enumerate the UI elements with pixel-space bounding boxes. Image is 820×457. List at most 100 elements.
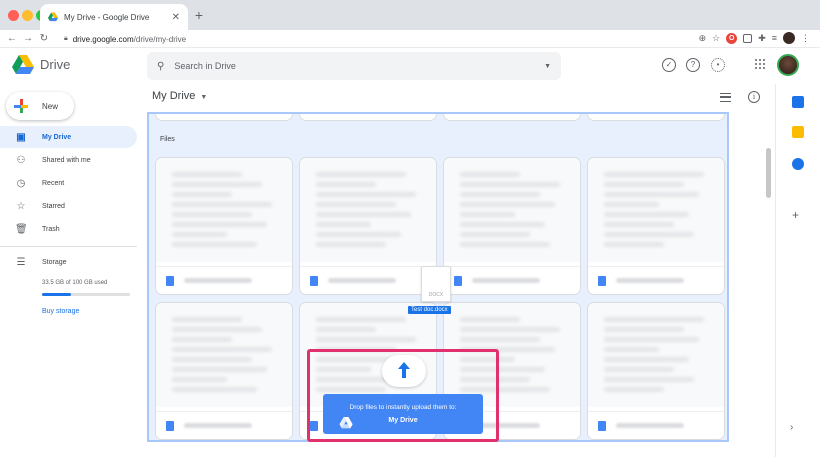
file-card[interactable] [444, 114, 580, 120]
lock-icon: 🔒︎ [64, 35, 68, 42]
back-arrow-icon[interactable]: ← [4, 33, 20, 44]
files-section-label: Files [160, 136, 175, 143]
dragged-file-name: Test doc.docx [408, 306, 451, 314]
file-card-footer [588, 266, 724, 294]
scrollbar-thumb[interactable] [766, 148, 771, 198]
file-thumbnail [300, 158, 436, 262]
highlight-annotation-box [307, 349, 499, 442]
file-thumbnail [588, 158, 724, 262]
sidebar-item-label: My Drive [42, 133, 72, 141]
extension-square-icon[interactable] [743, 33, 753, 43]
sidebar: New ▶ ▣ My Drive ⚇ Shared with me ◷ Rece… [0, 84, 145, 457]
search-icon[interactable]: ⚲ [157, 61, 164, 72]
url-path: /drive/my-drive [133, 34, 187, 44]
keep-icon[interactable] [792, 126, 804, 138]
reload-icon[interactable]: ↻ [36, 33, 52, 44]
storage-icon: ☰ [16, 256, 26, 268]
offline-ready-icon[interactable]: ✓ [662, 58, 676, 72]
browser-tab[interactable]: My Drive - Google Drive ✕ [40, 4, 188, 30]
buy-storage-link[interactable]: Buy storage [42, 308, 79, 315]
help-icon[interactable]: ? [686, 58, 700, 72]
search-input[interactable]: ⚲ Search in Drive ▼ [147, 52, 561, 80]
file-name-blurred [184, 278, 252, 283]
dragged-file-icon[interactable]: DOCX [421, 266, 451, 302]
people-icon: ⚇ [16, 154, 26, 166]
star-icon: ☆ [16, 200, 26, 212]
file-card[interactable] [588, 303, 724, 439]
sidebar-item-storage[interactable]: ☰ Storage [0, 251, 137, 273]
sidebar-item-recent[interactable]: ◷ Recent [0, 172, 137, 194]
playlist-icon[interactable]: ≡ [772, 33, 777, 43]
drive-logo-icon[interactable] [12, 55, 34, 75]
sidebar-item-shared-with-me[interactable]: ⚇ Shared with me [0, 149, 137, 171]
file-card-footer [156, 411, 292, 439]
google-doc-icon [166, 420, 174, 431]
file-card[interactable] [300, 158, 436, 294]
minimize-window-button[interactable] [22, 10, 33, 21]
sidebar-item-label: Starred [42, 202, 65, 210]
file-extension-label: DOCX [428, 292, 444, 298]
file-card-footer [588, 411, 724, 439]
file-thumbnail [156, 158, 292, 262]
search-placeholder: Search in Drive [174, 61, 236, 71]
search-options-icon[interactable]: ▼ [544, 63, 551, 70]
close-window-button[interactable] [8, 10, 19, 21]
file-card[interactable] [444, 158, 580, 294]
sidebar-item-label: Shared with me [42, 156, 91, 164]
sidebar-item-starred[interactable]: ☆ Starred [0, 195, 137, 217]
google-doc-icon [598, 420, 606, 431]
file-card-footer [300, 266, 436, 294]
file-name-blurred [472, 278, 540, 283]
file-card-footer [156, 266, 292, 294]
file-card[interactable] [156, 158, 292, 294]
calendar-icon[interactable] [792, 96, 804, 108]
google-doc-icon [310, 275, 318, 286]
settings-gear-icon[interactable]: • [711, 58, 725, 72]
sidebar-item-trash[interactable]: 🗑︎ Trash [0, 218, 137, 240]
file-card[interactable] [588, 158, 724, 294]
add-addon-icon[interactable]: + [792, 208, 799, 222]
new-button[interactable]: New [6, 92, 74, 120]
url-host: drive.google.com [72, 34, 134, 44]
plus-icon [14, 99, 28, 113]
forward-arrow-icon[interactable]: → [20, 33, 36, 44]
browser-menu-icon[interactable]: ⋮ [801, 33, 810, 44]
location-icon[interactable]: ⊕ [699, 33, 707, 44]
drive-favicon-icon [48, 12, 58, 22]
app-title: Drive [40, 57, 71, 72]
puzzle-extension-icon[interactable]: ✚ [758, 33, 766, 44]
address-bar[interactable]: 🔒︎ drive.google.com/drive/my-drive [64, 31, 648, 47]
file-thumbnail [444, 158, 580, 262]
file-card[interactable] [588, 114, 724, 120]
file-name-blurred [184, 423, 252, 428]
account-avatar[interactable] [777, 54, 799, 76]
file-name-blurred [328, 278, 396, 283]
file-card[interactable] [156, 303, 292, 439]
sidebar-item-my-drive[interactable]: ▣ My Drive [0, 126, 137, 148]
info-icon[interactable]: i [748, 91, 760, 103]
file-thumbnail [588, 303, 724, 407]
page-title[interactable]: My Drive ▼ [152, 90, 207, 102]
trash-icon: 🗑︎ [15, 223, 28, 235]
opera-extension-icon[interactable]: O [726, 32, 738, 44]
my-drive-icon: ▣ [16, 131, 26, 143]
sidebar-item-label: Recent [42, 179, 65, 187]
file-thumbnail [156, 303, 292, 407]
chevron-right-icon[interactable]: › [790, 422, 793, 433]
sidebar-divider [0, 246, 137, 247]
file-card[interactable] [300, 114, 436, 120]
bookmark-star-icon[interactable]: ☆ [712, 33, 720, 44]
google-doc-icon [598, 275, 606, 286]
page-title-text: My Drive [152, 90, 196, 102]
storage-progress-bar [42, 293, 130, 296]
file-card[interactable] [156, 114, 292, 120]
sidebar-item-label: Storage [42, 258, 67, 266]
new-tab-button[interactable]: + [190, 6, 208, 24]
profile-avatar[interactable] [783, 32, 795, 44]
close-tab-icon[interactable]: ✕ [172, 12, 180, 23]
clock-icon: ◷ [16, 177, 26, 189]
apps-grid-icon[interactable] [755, 59, 765, 69]
tasks-icon[interactable] [792, 158, 804, 170]
file-card-footer [444, 266, 580, 294]
list-view-icon[interactable] [720, 93, 731, 102]
